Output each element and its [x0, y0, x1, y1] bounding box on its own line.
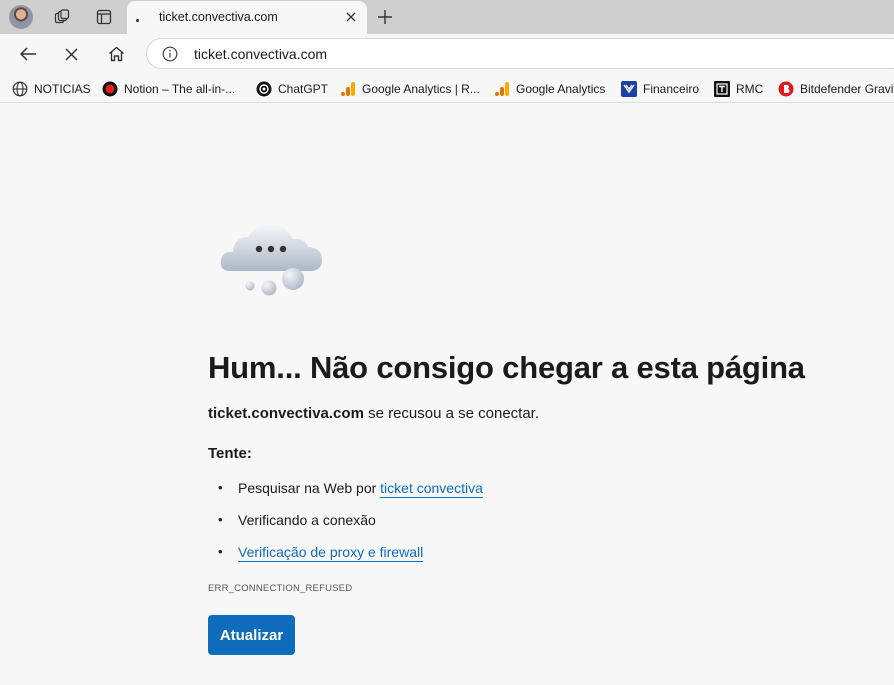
refresh-button[interactable]: Atualizar — [208, 615, 295, 655]
globe-icon — [12, 81, 28, 97]
tab-close-icon[interactable] — [343, 9, 359, 25]
notion-icon — [102, 81, 118, 97]
tab-title: ticket.convectiva.com — [159, 10, 278, 24]
bookmark-label: ChatGPT — [278, 82, 329, 96]
suggestion-proxy-firewall: Verificação de proxy e firewall — [208, 542, 483, 574]
rmc-icon — [714, 81, 730, 97]
stop-loading-icon[interactable] — [57, 40, 85, 68]
search-web-link[interactable]: ticket convectiva — [380, 480, 483, 498]
suggestion-text: Verificando a conexão — [238, 512, 376, 528]
suggestion-text: Pesquisar na Web por — [238, 480, 381, 496]
bitdefender-icon — [778, 81, 794, 97]
toolbar: ticket.convectiva.com — [0, 34, 894, 74]
error-subtitle-text: se recusou a se conectar. — [363, 405, 540, 422]
bookmark-label: NOTICIAS — [34, 82, 91, 96]
error-host: ticket.convectiva.com — [208, 405, 364, 422]
bookmark-chatgpt[interactable]: ChatGPT — [256, 80, 328, 98]
address-bar[interactable]: ticket.convectiva.com — [146, 38, 894, 69]
bookmark-google-analytics[interactable]: Google Analytics — [494, 80, 605, 98]
bookmark-financeiro[interactable]: Financeiro — [621, 80, 699, 98]
bookmark-label: RMC — [736, 82, 764, 96]
suggestions-list: Pesquisar na Web por ticket convectiva V… — [208, 478, 483, 574]
tab-loading-icon — [136, 19, 139, 22]
bookmark-label: Bitdefender Gravit — [800, 82, 894, 96]
suggestion-search-web: Pesquisar na Web por ticket convectiva — [208, 478, 483, 510]
bookmarks-bar: NOTICIAS Notion – The all-in-... ChatGPT… — [0, 74, 894, 103]
bookmark-google-analytics-r[interactable]: Google Analytics | R... — [340, 80, 480, 98]
bookmark-label: Notion – The all-in-... — [124, 82, 236, 96]
profile-avatar[interactable] — [9, 5, 33, 29]
error-subtitle: ticket.convectiva.com se recusou a se co… — [208, 405, 539, 422]
site-info-icon[interactable] — [161, 45, 178, 62]
bookmark-label: Financeiro — [643, 82, 700, 96]
chatgpt-icon — [256, 81, 272, 97]
google-analytics-icon — [494, 81, 510, 97]
bookmark-bitdefender[interactable]: Bitdefender Gravit — [778, 80, 894, 98]
bookmark-label: Google Analytics | R... — [362, 82, 480, 96]
bookmark-rmc[interactable]: RMC — [714, 80, 763, 98]
bookmark-notion[interactable]: Notion – The all-in-... — [102, 80, 235, 98]
google-analytics-icon — [340, 81, 356, 97]
try-label: Tente: — [208, 445, 252, 462]
active-tab[interactable]: ticket.convectiva.com — [127, 1, 367, 34]
tab-actions-icon[interactable] — [92, 5, 116, 29]
proxy-firewall-link[interactable]: Verificação de proxy e firewall — [238, 544, 424, 562]
financeiro-icon — [621, 81, 637, 97]
tab-strip: ticket.convectiva.com — [0, 0, 894, 34]
bookmark-noticias[interactable]: NOTICIAS — [12, 80, 91, 98]
url-text: ticket.convectiva.com — [194, 46, 328, 62]
error-heading: Hum... Não consigo chegar a esta página — [208, 350, 805, 385]
new-tab-icon[interactable] — [373, 5, 397, 29]
error-code: ERR_CONNECTION_REFUSED — [208, 583, 353, 594]
back-arrow-icon[interactable] — [14, 40, 42, 68]
workspaces-icon[interactable] — [50, 5, 74, 29]
error-cloud-illustration — [218, 215, 328, 300]
bookmark-label: Google Analytics — [516, 82, 606, 96]
suggestion-check-connection: Verificando a conexão — [208, 510, 483, 542]
home-icon[interactable] — [102, 40, 130, 68]
